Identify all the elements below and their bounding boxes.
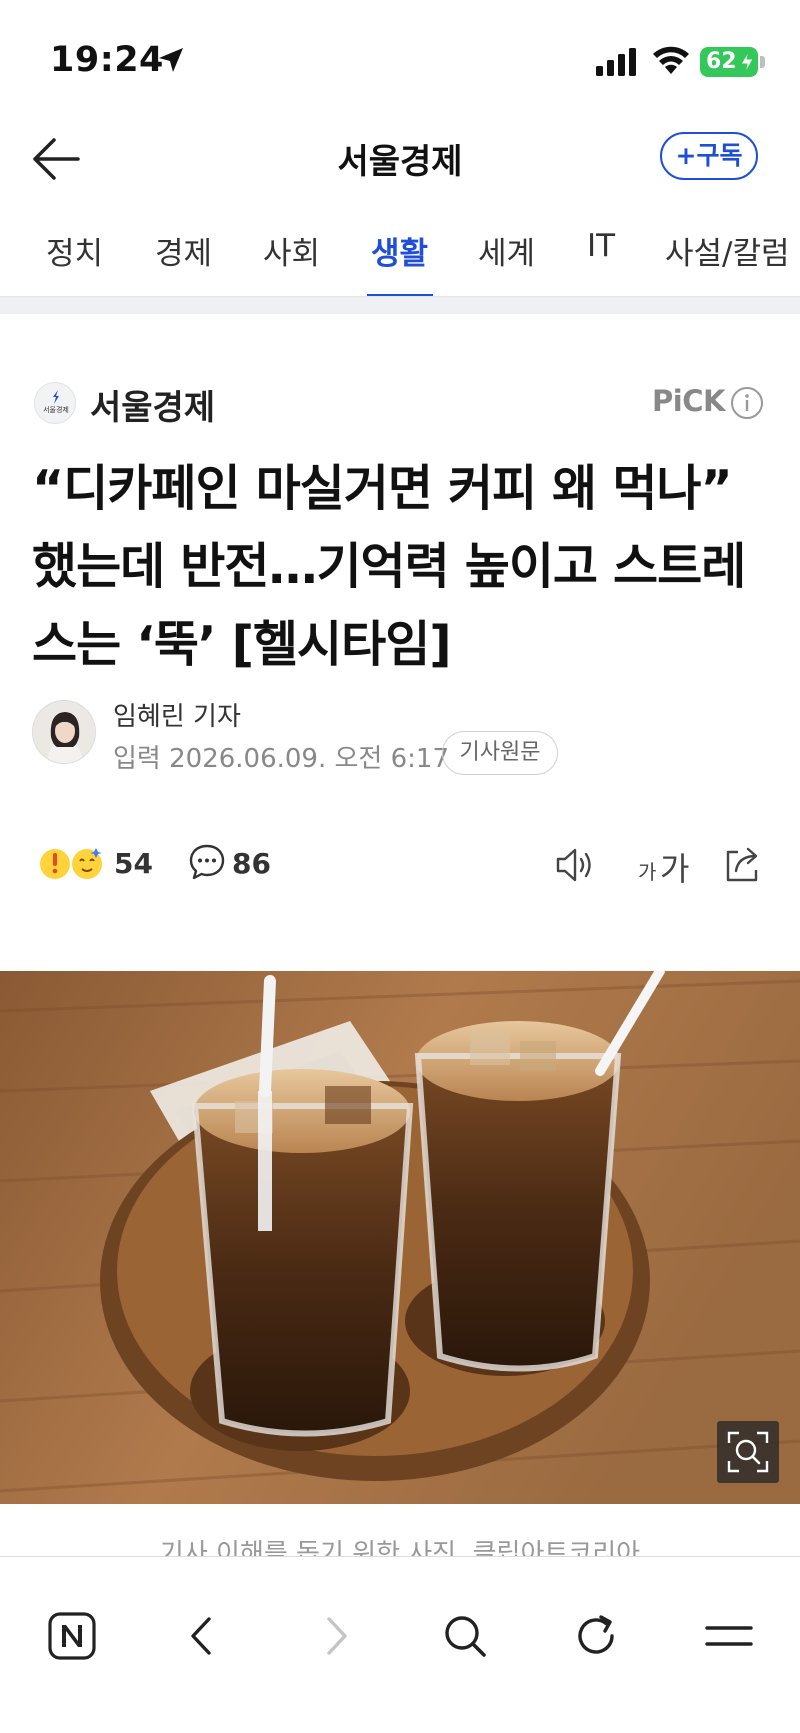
refresh-icon[interactable] xyxy=(572,1611,622,1661)
tab-politics[interactable]: 정치 xyxy=(46,228,103,273)
original-article-button[interactable]: 기사원문 xyxy=(442,731,558,775)
forward-nav-icon xyxy=(327,1617,347,1655)
tab-society[interactable]: 사회 xyxy=(263,228,320,273)
press-logo-mark-icon xyxy=(53,390,59,404)
battery-charging-icon xyxy=(740,51,754,73)
reporter-name[interactable]: 임혜린 기자 xyxy=(113,696,241,733)
info-icon[interactable] xyxy=(730,386,764,420)
article-header: 서울경제 +구독 xyxy=(0,120,800,210)
wifi-icon xyxy=(653,46,689,74)
reaction-count: 54 xyxy=(114,847,153,880)
comment-icon[interactable] xyxy=(188,843,226,881)
press-logo[interactable]: 서울경제 xyxy=(34,382,76,424)
cellular-signal-icon xyxy=(596,48,636,76)
category-tabs: 정치 경제 사회 생활 세계 IT 사설/칼럼 xyxy=(0,210,800,298)
menu-icon[interactable] xyxy=(704,1611,754,1661)
tab-it[interactable]: IT xyxy=(587,228,615,264)
status-bar: 19:24 62 xyxy=(0,0,800,120)
font-size-big-label: 가 xyxy=(660,850,690,888)
iced-coffee-image xyxy=(0,971,800,1504)
article-headline: “디카페인 마실거면 커피 왜 먹나” 했는데 반전…기억력 높이고 스트레스는… xyxy=(32,460,746,673)
zoom-photo-icon[interactable] xyxy=(717,1421,779,1483)
reaction-emoji-icon[interactable] xyxy=(38,842,108,884)
publish-date: 입력 2026.06.09. 오전 6:17 xyxy=(113,744,449,774)
battery-level: 62 xyxy=(706,49,737,74)
search-icon[interactable] xyxy=(440,1611,490,1661)
status-time: 19:24 xyxy=(50,40,164,80)
comment-count: 86 xyxy=(232,847,271,880)
share-icon[interactable] xyxy=(722,843,764,885)
back-nav-icon[interactable] xyxy=(178,1611,228,1661)
press-logo-text: 서울경제 xyxy=(43,406,69,414)
browser-toolbar xyxy=(0,1556,800,1733)
pick-badge: PiCK xyxy=(652,384,725,418)
font-size-small-label: 가 xyxy=(638,860,657,884)
battery-tip xyxy=(760,56,765,68)
font-size-button[interactable]: 가 가 xyxy=(638,844,690,888)
tab-world[interactable]: 세계 xyxy=(478,228,535,273)
battery-indicator: 62 xyxy=(700,47,758,77)
reporter-photo xyxy=(33,701,95,763)
tab-life[interactable]: 생활 xyxy=(371,228,428,273)
tab-editorial[interactable]: 사설/칼럼 xyxy=(665,228,790,273)
press-name[interactable]: 서울경제 xyxy=(90,380,215,429)
naver-home-icon[interactable] xyxy=(47,1611,97,1661)
tab-economy[interactable]: 경제 xyxy=(155,228,212,273)
reporter-avatar[interactable] xyxy=(32,700,96,764)
subscribe-button[interactable]: +구독 xyxy=(660,132,758,180)
section-divider xyxy=(0,296,800,314)
article-photo[interactable] xyxy=(0,971,800,1504)
location-arrow-icon xyxy=(159,48,183,72)
speaker-icon[interactable] xyxy=(554,845,598,885)
